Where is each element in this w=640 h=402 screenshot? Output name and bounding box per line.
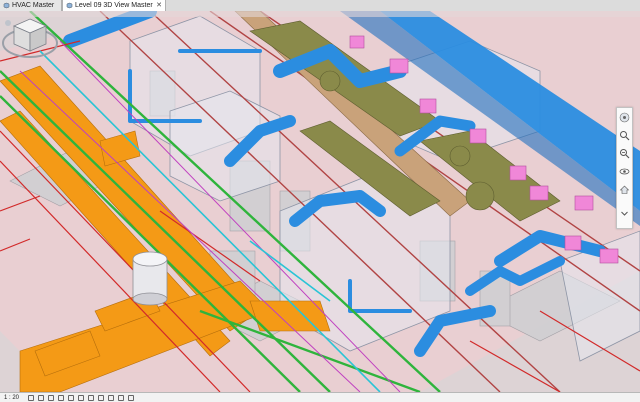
- 3d-view-icon: [3, 2, 10, 9]
- tab-level-09-3d-view-master[interactable]: Level 09 3D View Master ✕: [62, 0, 166, 11]
- chevron-down-icon[interactable]: [619, 208, 630, 219]
- render-icon[interactable]: [68, 395, 74, 401]
- tab-hvac-master[interactable]: HVAC Master: [0, 0, 62, 11]
- lock-view-icon[interactable]: [98, 395, 104, 401]
- view-scale[interactable]: 1 : 20: [4, 393, 19, 402]
- home-icon[interactable]: [619, 184, 630, 195]
- tank: [132, 251, 168, 306]
- viewcube-icon[interactable]: [0, 11, 60, 66]
- tab-label: Level 09 3D View Master: [75, 2, 153, 9]
- shadows-icon[interactable]: [58, 395, 64, 401]
- navigation-bar: [616, 107, 633, 229]
- orbit-icon[interactable]: [619, 166, 630, 177]
- zoom-icon[interactable]: [619, 130, 630, 141]
- tab-label: HVAC Master: [12, 2, 55, 9]
- detail-level-icon[interactable]: [28, 395, 34, 401]
- sun-path-icon[interactable]: [48, 395, 54, 401]
- reveal-hidden-icon[interactable]: [118, 395, 124, 401]
- crop-view-icon[interactable]: [78, 395, 84, 401]
- revit-window: HVAC Master Level 09 3D View Master ✕ 1 …: [0, 0, 640, 402]
- steering-wheel-icon[interactable]: [619, 112, 630, 123]
- show-crop-icon[interactable]: [88, 395, 94, 401]
- 3d-model-viewport[interactable]: [0, 11, 640, 392]
- mep-model-drawing: [0, 11, 640, 392]
- 3d-view-icon: [66, 2, 73, 9]
- temporary-hide-icon[interactable]: [108, 395, 114, 401]
- visual-style-icon[interactable]: [38, 395, 44, 401]
- worksharing-icon[interactable]: [128, 395, 134, 401]
- zoom-icon[interactable]: [619, 148, 630, 159]
- close-icon[interactable]: ✕: [156, 0, 162, 11]
- view-control-bar: 1 : 20: [0, 392, 640, 402]
